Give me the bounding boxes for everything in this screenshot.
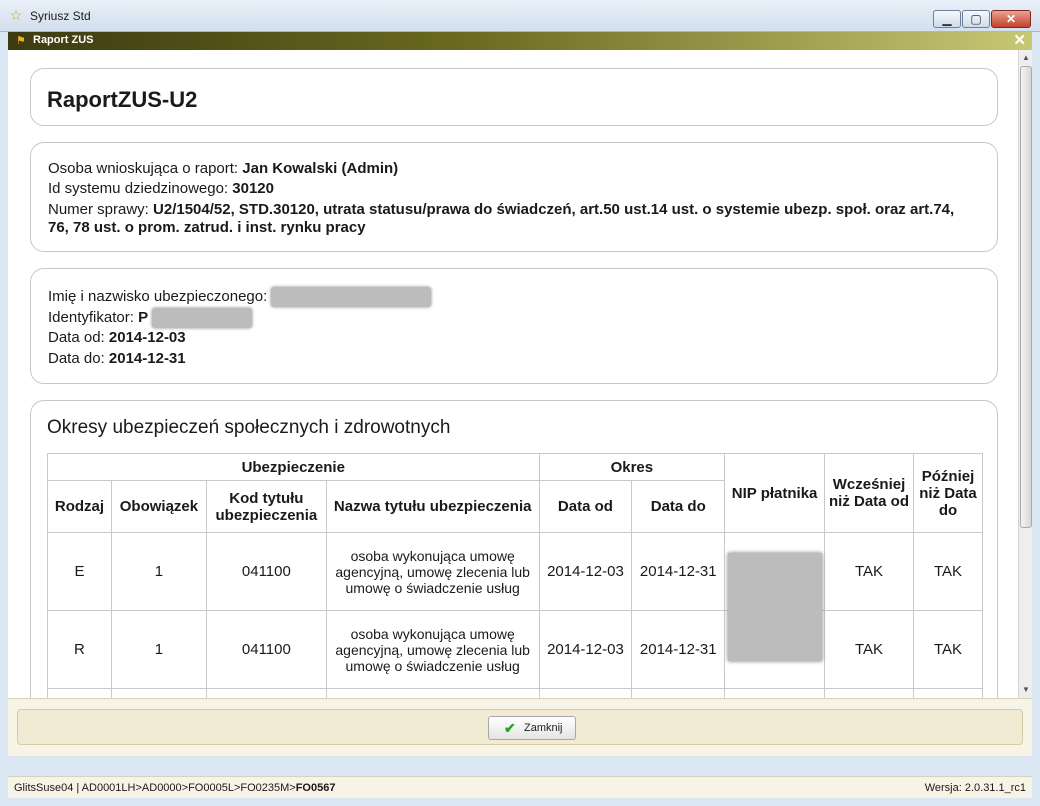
- cell-obligation: 1: [110, 532, 207, 611]
- periods-panel: Okresy ubezpieczeń społecznych i zdrowot…: [30, 400, 998, 698]
- header-obligation: Obowiązek: [110, 480, 207, 533]
- maximize-icon: ▢: [970, 12, 982, 26]
- minimize-button[interactable]: ▁: [933, 10, 961, 28]
- header-insurance: Ubezpieczenie: [47, 453, 540, 481]
- header-later: Później niż Data do: [912, 453, 984, 533]
- dialog-header: ⚑ Raport ZUS ✕: [8, 32, 1032, 50]
- dialog-close-icon[interactable]: ✕: [1013, 32, 1026, 50]
- cell-date-from: 2014-12-03: [538, 532, 633, 611]
- close-report-label: Zamknij: [524, 722, 563, 734]
- insured-panel: Imię i nazwisko ubezpieczonego: Identyfi…: [30, 268, 998, 384]
- insured-name-label: Imię i nazwisko ubezpieczonego:: [48, 287, 268, 305]
- system-id-value: 30120: [232, 180, 274, 197]
- insured-id-prefix: P: [138, 308, 149, 326]
- header-name: Nazwa tytułu ubezpieczenia: [325, 480, 540, 533]
- header-period: Okres: [538, 453, 726, 481]
- insured-date-to-value: 2014-12-31: [108, 350, 186, 367]
- insured-id-redacted: [152, 308, 253, 328]
- system-id-label: Id systemu dziedzinowego:: [48, 180, 229, 197]
- header-code: Kod tytułu ubezpieczenia: [205, 480, 327, 533]
- requester-label: Osoba wnioskująca o raport:: [48, 160, 239, 177]
- insured-date-from-value: 2014-12-03: [108, 329, 186, 346]
- report-icon: ⚑: [16, 35, 26, 47]
- window-close-button[interactable]: ✕: [991, 10, 1031, 28]
- insured-id-line: Identyfikator: P: [48, 308, 253, 328]
- cell-name: osoba wykonująca umowę agencyjną, umowę …: [325, 532, 540, 611]
- cell-date-to: 2014-12-31: [631, 610, 726, 689]
- table-row: R 1 041100 osoba wykonująca umowę agency…: [47, 610, 984, 689]
- cell-obligation: 1: [110, 610, 207, 689]
- cell-date-to: 2014-12-31: [631, 532, 726, 611]
- insured-name-line: Imię i nazwisko ubezpieczonego:: [48, 287, 432, 307]
- close-report-button[interactable]: ✔ Zamknij: [488, 716, 576, 740]
- report-title: RaportZUS-U2: [47, 87, 198, 112]
- cell-type: R: [47, 610, 112, 689]
- requester-panel: Osoba wnioskująca o raport: Jan Kowalski…: [30, 142, 998, 252]
- nip-redacted: [728, 553, 822, 661]
- periods-title: Okresy ubezpieczeń społecznych i zdrowot…: [47, 417, 451, 438]
- table-row: E 1 041100 osoba wykonująca umowę agency…: [47, 532, 984, 611]
- window-title: Syriusz Std: [30, 9, 91, 23]
- scroll-thumb[interactable]: [1020, 66, 1032, 528]
- app-star-icon: ☆: [9, 7, 23, 23]
- system-id-line: Id systemu dziedzinowego: 30120: [48, 180, 274, 198]
- insured-date-to-label: Data do:: [48, 350, 105, 367]
- check-icon: ✔: [504, 720, 516, 736]
- scroll-down-icon[interactable]: ▼: [1020, 684, 1032, 696]
- cell-earlier: TAK: [824, 532, 914, 611]
- status-path-current: FO0567: [295, 782, 336, 794]
- header-earlier: Wcześniej niż Data od: [824, 453, 914, 533]
- requester-line: Osoba wnioskująca o raport: Jan Kowalski…: [48, 160, 398, 178]
- cell-type: E: [47, 532, 112, 611]
- status-path-prefix: GlitsSuse04 | AD0001LH>AD0000>FO0005L>FO…: [14, 782, 296, 794]
- header-date-to: Data do: [631, 480, 726, 533]
- button-bar: ✔ Zamknij: [8, 698, 1032, 756]
- cell-earlier: TAK: [824, 610, 914, 689]
- minimize-icon: ▁: [942, 12, 952, 26]
- report-content: RaportZUS-U2 Osoba wnioskująca o raport:…: [8, 50, 1018, 698]
- insured-date-from-line: Data od: 2014-12-03: [48, 329, 186, 347]
- insured-id-label: Identyfikator:: [48, 308, 134, 326]
- content-scrollbar[interactable]: ▲ ▼: [1018, 50, 1032, 698]
- maximize-button[interactable]: ▢: [962, 10, 990, 28]
- status-path: GlitsSuse04 | AD0001LH>AD0000>FO0005L>FO…: [14, 782, 335, 794]
- report-title-panel: RaportZUS-U2: [30, 68, 998, 126]
- cell-later: TAK: [912, 610, 984, 689]
- header-date-from: Data od: [538, 480, 633, 533]
- insured-date-from-label: Data od:: [48, 329, 105, 346]
- cell-date-from: 2014-12-03: [538, 610, 633, 689]
- status-version: Wersja: 2.0.31.1_rc1: [924, 782, 1026, 794]
- dialog-title: Raport ZUS: [33, 34, 94, 46]
- button-bar-inner: ✔ Zamknij: [17, 709, 1023, 745]
- status-bar: GlitsSuse04 | AD0001LH>AD0000>FO0005L>FO…: [8, 776, 1032, 798]
- insured-name-redacted: [271, 287, 432, 307]
- periods-table: Ubezpieczenie Okres NIP płatnika Wcześni…: [47, 453, 984, 698]
- case-number-line: Numer sprawy: U2/1504/52, STD.30120, utr…: [48, 201, 978, 237]
- close-icon: ✕: [1005, 12, 1017, 26]
- scroll-up-icon[interactable]: ▲: [1020, 52, 1032, 64]
- window-titlebar: ☆ Syriusz Std ▁ ▢ ✕: [0, 0, 1040, 32]
- cell-code: 041100: [205, 610, 327, 689]
- case-number-label: Numer sprawy:: [48, 201, 149, 218]
- cell-code: 041100: [205, 532, 327, 611]
- case-number-value: U2/1504/52, STD.30120, utrata statusu/pr…: [48, 201, 955, 236]
- requester-value: Jan Kowalski (Admin): [242, 160, 399, 177]
- header-nip: NIP płatnika: [724, 453, 826, 533]
- header-type: Rodzaj: [47, 480, 112, 533]
- insured-date-to-line: Data do: 2014-12-31: [48, 350, 186, 368]
- cell-name: osoba wykonująca umowę agencyjną, umowę …: [325, 610, 540, 689]
- cell-later: TAK: [912, 532, 984, 611]
- table-row-partial: [47, 688, 984, 698]
